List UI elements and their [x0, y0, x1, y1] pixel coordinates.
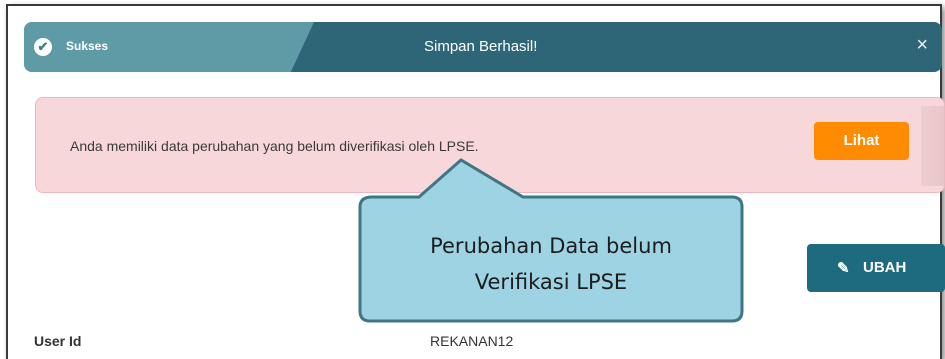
callout-text: Perubahan Data belum Verifikasi LPSE [360, 228, 742, 300]
user-id-value: REKANAN12 [430, 333, 514, 349]
callout-line-2: Verifikasi LPSE [474, 270, 628, 294]
user-id-label: User Id [34, 333, 82, 349]
callout-bubble [358, 158, 744, 323]
callout-line-1: Perubahan Data belum [430, 234, 672, 258]
